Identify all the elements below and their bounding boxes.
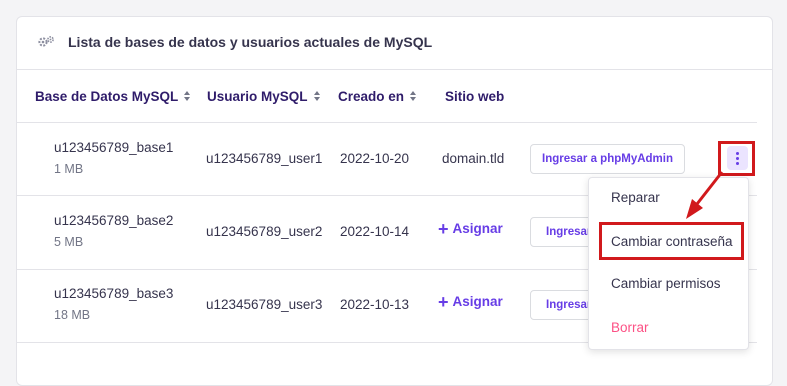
sort-icon [313, 91, 321, 102]
sort-icon [184, 91, 191, 102]
column-header-created[interactable]: Creado en [338, 89, 417, 104]
phpmyadmin-button[interactable]: Ingresar a phpMyAdmin [530, 144, 685, 174]
plus-icon: + [438, 291, 449, 312]
menu-item-change-permissions[interactable]: Cambiar permisos [611, 276, 721, 291]
mysql-user: u123456789_user1 [206, 151, 323, 166]
gears-icon [38, 36, 54, 47]
website-domain: domain.tld [442, 151, 505, 166]
assign-website-button[interactable]: + Asignar [438, 291, 503, 312]
menu-item-repair[interactable]: Reparar [611, 190, 660, 205]
assign-website-button[interactable]: + Asignar [438, 218, 503, 239]
highlight-box [718, 141, 755, 176]
database-size: 18 MB [54, 308, 91, 322]
plus-icon: + [438, 218, 449, 239]
card-header: Lista de bases de datos y usuarios actua… [17, 17, 772, 70]
column-header-user[interactable]: Usuario MySQL [207, 89, 321, 104]
menu-item-delete[interactable]: Borrar [611, 320, 649, 335]
database-size: 5 MB [54, 235, 84, 249]
column-header-database[interactable]: Base de Datos MySQL [35, 89, 191, 104]
database-size: 1 MB [54, 162, 84, 176]
highlight-box [599, 222, 744, 260]
database-name: u123456789_base2 [54, 213, 174, 228]
created-date: 2022-10-14 [340, 224, 410, 239]
column-header-website: Sitio web [445, 89, 505, 104]
sort-icon [410, 91, 417, 102]
created-date: 2022-10-13 [340, 297, 410, 312]
database-name: u123456789_base3 [54, 286, 174, 301]
options-menu: Reparar Cambiar contraseña Cambiar permi… [588, 177, 749, 350]
mysql-user: u123456789_user3 [206, 297, 323, 312]
divider [17, 122, 757, 123]
database-name: u123456789_base1 [54, 140, 174, 155]
card-title: Lista de bases de datos y usuarios actua… [68, 34, 433, 50]
created-date: 2022-10-20 [340, 151, 410, 166]
mysql-user: u123456789_user2 [206, 224, 323, 239]
